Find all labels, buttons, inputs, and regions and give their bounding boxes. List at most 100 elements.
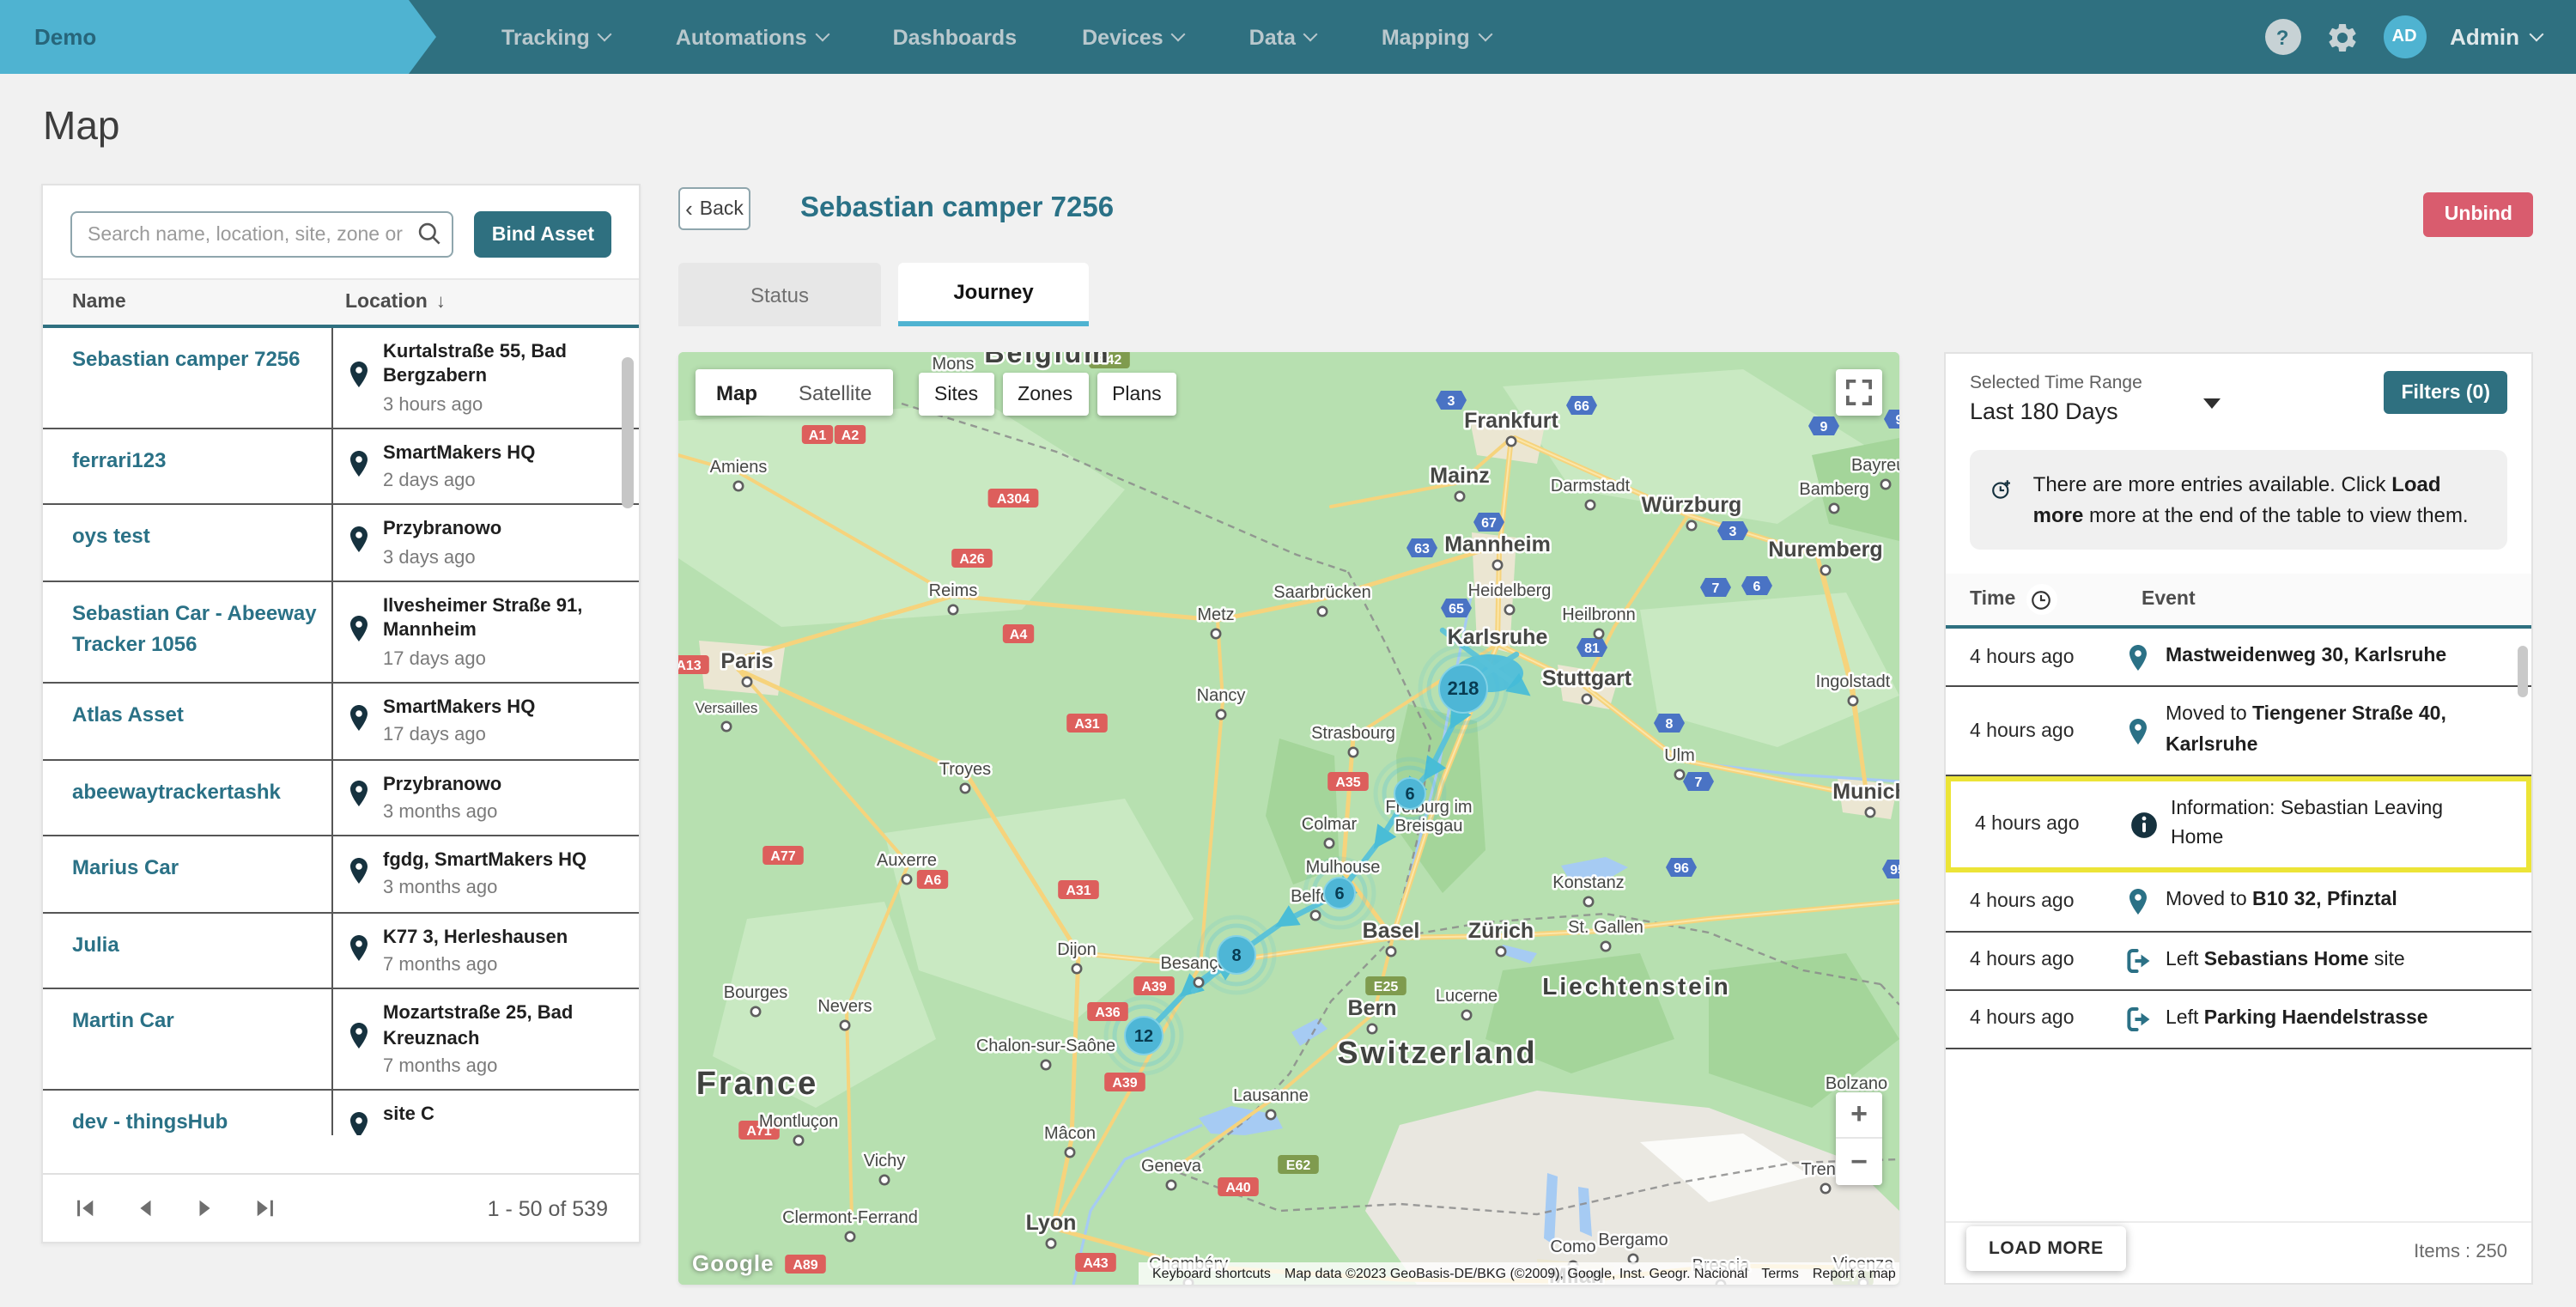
events-table-header: Time Event bbox=[1946, 574, 2531, 629]
nav-item-tracking[interactable]: Tracking bbox=[501, 25, 611, 49]
event-row[interactable]: 4 hours ago Left Sebastians Home site bbox=[1946, 932, 2531, 991]
svg-text:A31: A31 bbox=[1074, 717, 1099, 732]
back-button[interactable]: ‹Back bbox=[678, 187, 750, 230]
page-title: Map bbox=[43, 103, 120, 149]
svg-text:Bergamo: Bergamo bbox=[1598, 1231, 1668, 1249]
gear-icon[interactable] bbox=[2324, 20, 2359, 54]
asset-row[interactable]: Sebastian camper 7256 Kurtalstraße 55, B… bbox=[43, 328, 639, 429]
zoom-in-button[interactable]: + bbox=[1836, 1092, 1882, 1139]
nav-item-label: Mapping bbox=[1382, 25, 1470, 49]
svg-text:Troyes: Troyes bbox=[939, 760, 991, 779]
column-header-time[interactable]: Time bbox=[1946, 584, 2117, 615]
map-overlay-zones[interactable]: Zones bbox=[1002, 373, 1088, 416]
map-container[interactable]: A1A2A304A26A4A13A31A35A77A6A31A39A36A39A… bbox=[678, 352, 1899, 1285]
asset-row[interactable]: oys test Przybranowo 3 days ago bbox=[43, 506, 639, 582]
tab-status[interactable]: Status bbox=[678, 263, 881, 326]
svg-text:Clermont-Ferrand: Clermont-Ferrand bbox=[782, 1208, 918, 1227]
user-name: Admin bbox=[2450, 24, 2519, 50]
column-header-location[interactable]: Location↓ bbox=[331, 292, 446, 313]
asset-name-link[interactable]: abeewaytrackertashk bbox=[72, 779, 281, 803]
map-zoom-control: + − bbox=[1836, 1092, 1882, 1185]
time-range-caret-icon[interactable] bbox=[2203, 398, 2221, 409]
zoom-out-button[interactable]: − bbox=[1836, 1139, 1882, 1185]
asset-last-seen: 3 months ago bbox=[383, 800, 501, 825]
asset-row[interactable]: Marius Car fgdg, SmartMakers HQ 3 months… bbox=[43, 836, 639, 913]
asset-name-link[interactable]: Sebastian Car - Abeeway Tracker 1056 bbox=[72, 601, 317, 656]
event-row[interactable]: 4 hours ago Moved to Tiengener Straße 40… bbox=[1946, 688, 2531, 776]
prev-page-button[interactable] bbox=[134, 1197, 156, 1219]
event-row[interactable]: 4 hours ago Moved to B10 32, Pfinztal bbox=[1946, 873, 2531, 933]
event-row[interactable]: 4 hours ago Mastweidenweg 30, Karlsruhe bbox=[1946, 629, 2531, 688]
svg-text:12: 12 bbox=[1134, 1027, 1153, 1046]
map-type-map[interactable]: Map bbox=[696, 369, 778, 416]
svg-text:A26: A26 bbox=[959, 552, 984, 567]
svg-text:Liechtenstein: Liechtenstein bbox=[1542, 973, 1730, 1000]
fullscreen-button[interactable] bbox=[1836, 369, 1882, 416]
map-pin-icon bbox=[349, 449, 369, 485]
next-page-button[interactable] bbox=[194, 1197, 216, 1219]
asset-name-link[interactable]: oys test bbox=[72, 525, 150, 549]
attribution-report-a-map-error[interactable]: Report a map error bbox=[1806, 1266, 1899, 1281]
bind-asset-button[interactable]: Bind Asset bbox=[475, 211, 611, 258]
svg-text:A31: A31 bbox=[1066, 884, 1091, 898]
google-logo[interactable]: Google bbox=[692, 1250, 775, 1276]
nav-item-automations[interactable]: Automations bbox=[676, 25, 828, 49]
svg-text:A39: A39 bbox=[1112, 1076, 1137, 1091]
asset-row[interactable]: ferrari123 SmartMakers HQ 2 days ago bbox=[43, 429, 639, 506]
chevron-down-icon bbox=[598, 27, 612, 42]
search-input[interactable] bbox=[70, 211, 454, 258]
svg-text:A36: A36 bbox=[1095, 1006, 1120, 1020]
nav-item-data[interactable]: Data bbox=[1249, 25, 1316, 49]
svg-text:Nevers: Nevers bbox=[817, 997, 872, 1016]
event-time: 4 hours ago bbox=[1946, 891, 2111, 912]
last-page-button[interactable] bbox=[254, 1197, 276, 1219]
asset-name-link[interactable]: Atlas Asset bbox=[72, 702, 184, 726]
map-type-satellite[interactable]: Satellite bbox=[778, 369, 892, 416]
map-overlay-plans[interactable]: Plans bbox=[1097, 373, 1177, 416]
brand-tab[interactable]: Demo bbox=[0, 0, 436, 74]
asset-name-link[interactable]: Martin Car bbox=[72, 1009, 174, 1033]
events-scrollbar[interactable] bbox=[2518, 646, 2528, 697]
first-page-button[interactable] bbox=[74, 1197, 96, 1219]
map-pin-icon bbox=[349, 615, 369, 651]
asset-name-link[interactable]: Sebastian camper 7256 bbox=[72, 347, 301, 371]
attribution-terms[interactable]: Terms bbox=[1754, 1266, 1806, 1281]
tab-journey[interactable]: Journey bbox=[898, 263, 1089, 326]
asset-row[interactable]: Martin Car Mozartstraße 25, Bad Kreuznac… bbox=[43, 990, 639, 1091]
attribution-keyboard-shortcuts[interactable]: Keyboard shortcuts bbox=[1145, 1266, 1278, 1281]
asset-row[interactable]: abeewaytrackertashk Przybranowo 3 months… bbox=[43, 760, 639, 836]
nav-item-devices[interactable]: Devices bbox=[1082, 25, 1184, 49]
svg-text:Switzerland: Switzerland bbox=[1337, 1035, 1537, 1070]
svg-text:9: 9 bbox=[1896, 413, 1899, 428]
load-more-button[interactable]: LOAD MORE bbox=[1966, 1226, 2126, 1271]
map-overlay-sites[interactable]: Sites bbox=[919, 373, 993, 416]
asset-last-seen: 7 months ago bbox=[383, 1055, 625, 1079]
column-header-name[interactable]: Name bbox=[43, 292, 331, 313]
asset-row[interactable]: dev - thingsHub site C 7 months ago bbox=[43, 1091, 639, 1135]
assets-scrollbar[interactable] bbox=[622, 357, 634, 508]
asset-name-link[interactable]: dev - thingsHub bbox=[72, 1109, 228, 1134]
event-row-highlighted[interactable]: 4 hours ago Information: Sebastian Leavi… bbox=[1946, 776, 2531, 873]
svg-text:Darmstadt: Darmstadt bbox=[1551, 477, 1631, 495]
nav-item-dashboards[interactable]: Dashboards bbox=[893, 25, 1018, 49]
journey-panel: Selected Time Range Last 180 Days Filter… bbox=[1944, 352, 2533, 1285]
asset-name-link[interactable]: ferrari123 bbox=[72, 448, 166, 472]
chevron-down-icon bbox=[1303, 27, 1318, 42]
nav-item-mapping[interactable]: Mapping bbox=[1382, 25, 1491, 49]
search-icon bbox=[416, 220, 444, 247]
svg-text:Munich: Munich bbox=[1832, 780, 1899, 804]
user-menu[interactable]: Admin bbox=[2450, 24, 2542, 50]
event-row[interactable]: 4 hours ago Left Parking Haendelstrasse bbox=[1946, 991, 2531, 1050]
svg-text:Lucerne: Lucerne bbox=[1436, 987, 1498, 1006]
filters-button[interactable]: Filters (0) bbox=[2384, 371, 2507, 414]
asset-name-link[interactable]: Julia bbox=[72, 933, 119, 957]
asset-row[interactable]: Julia K77 3, Herleshausen 7 months ago bbox=[43, 914, 639, 990]
unbind-button[interactable]: Unbind bbox=[2424, 192, 2533, 237]
map-pin-icon bbox=[2111, 643, 2166, 671]
asset-row[interactable]: Atlas Asset SmartMakers HQ 17 days ago bbox=[43, 684, 639, 760]
asset-name-link[interactable]: Marius Car bbox=[72, 855, 179, 879]
avatar[interactable]: AD bbox=[2383, 15, 2426, 58]
asset-row[interactable]: Sebastian Car - Abeeway Tracker 1056 Ilv… bbox=[43, 582, 639, 684]
svg-text:Montluçon: Montluçon bbox=[759, 1112, 838, 1131]
help-icon[interactable]: ? bbox=[2264, 19, 2300, 55]
